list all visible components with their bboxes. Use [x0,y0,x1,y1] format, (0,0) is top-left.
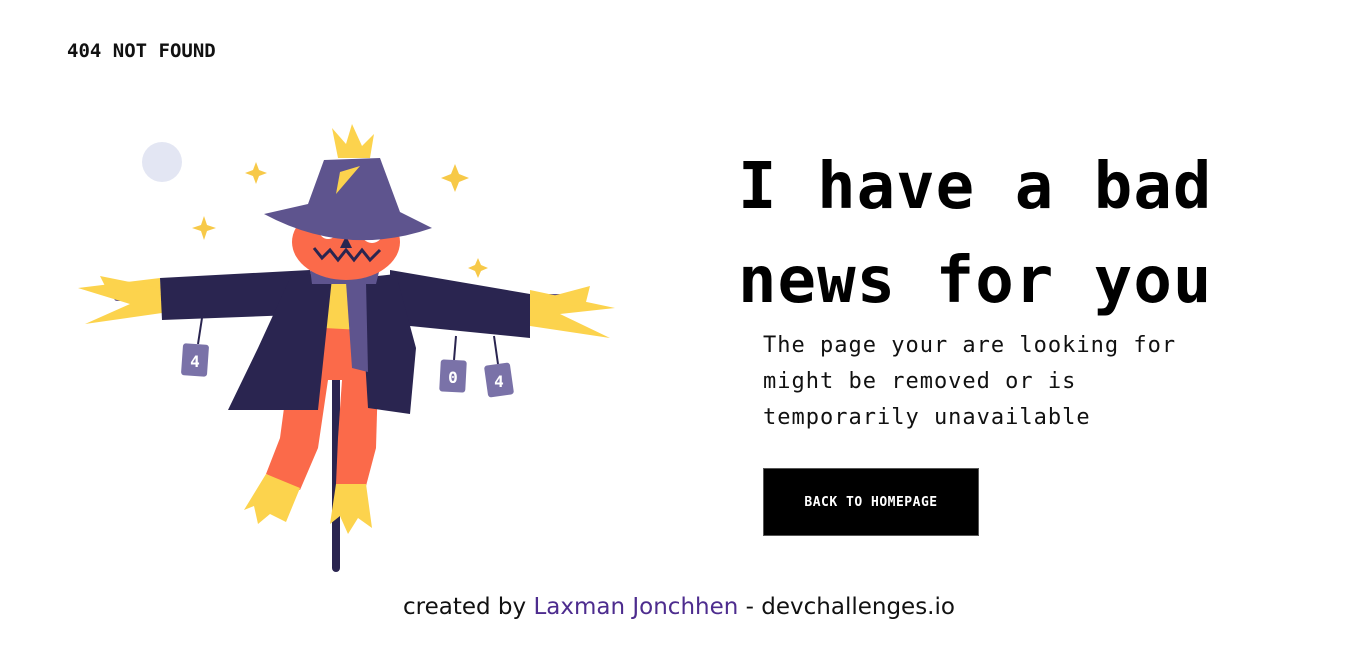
brand-title: 404 NOT FOUND [67,40,216,62]
message-line-1: The page your are looking for [763,333,1177,358]
footer-separator: - [738,594,762,620]
footer-prefix: created by [403,594,534,620]
message-line-3: temporarily unavailable [763,405,1091,430]
headline-line-2: news for you [738,244,1213,318]
footer-site: devchallenges.io [761,594,955,620]
can-label: 4 [190,352,200,371]
author-link[interactable]: Laxman Jonchhen [533,594,738,620]
moon-icon [142,142,182,182]
back-to-homepage-button[interactable]: BACK TO HOMEPAGE [763,468,979,536]
scarecrow-illustration: 4 0 4 [78,124,615,572]
can-label: 0 [448,368,458,387]
error-message: The page your are looking for might be re… [763,328,1233,436]
footer-credit: created by Laxman Jonchhen - devchalleng… [0,594,1358,620]
message-line-2: might be removed or is [763,369,1077,394]
can-label: 4 [494,372,504,391]
page-headline: I have a bad news for you [738,140,1298,328]
headline-line-1: I have a bad [738,150,1213,224]
